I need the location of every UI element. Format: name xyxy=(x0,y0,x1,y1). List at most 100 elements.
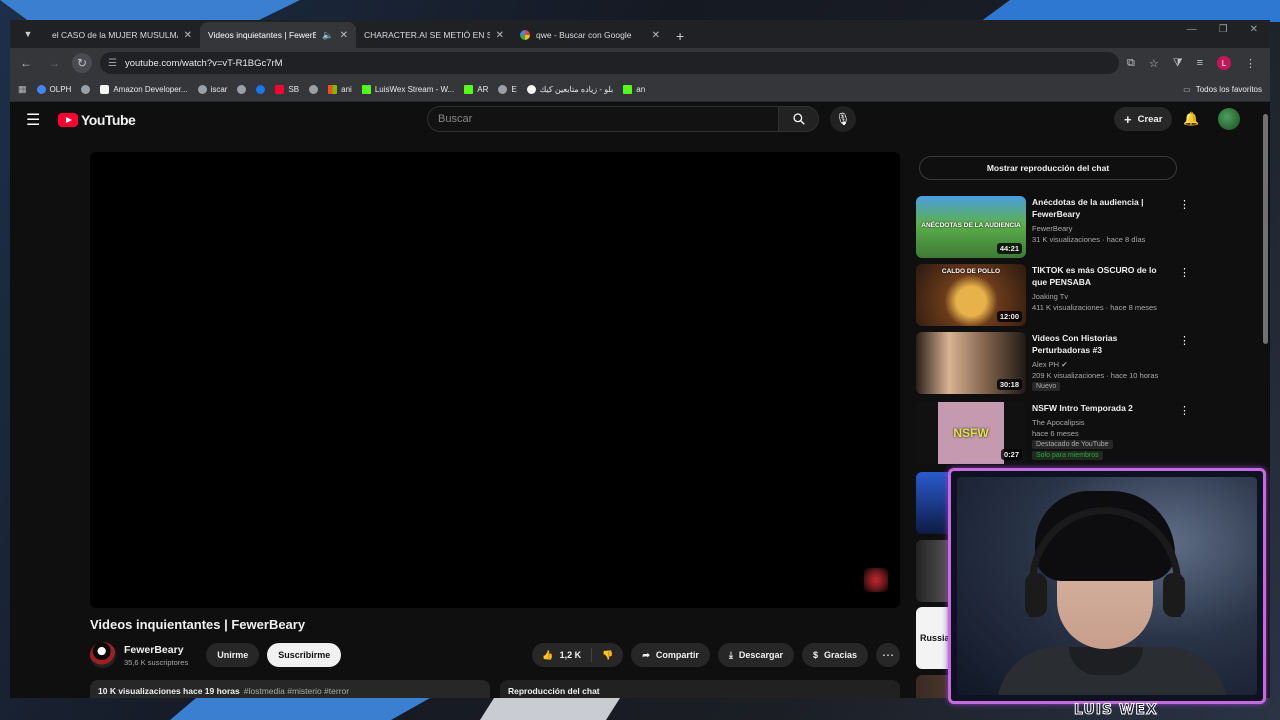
bookmark-item[interactable] xyxy=(256,85,266,94)
tab-2[interactable]: CHARACTER.AI SE METIÓ EN SUS ✕ xyxy=(356,22,512,48)
video-player[interactable] xyxy=(90,152,900,608)
tab-0[interactable]: el CASO de la MUJER MUSULMAN ✕ xyxy=(44,22,200,48)
video-thumbnail[interactable]: ANÉCDOTAS DE LA AUDIENCIA 44:21 xyxy=(916,196,1026,258)
channel-watermark[interactable] xyxy=(864,568,888,592)
bookmark-item[interactable]: بلو - زياده متابعين كيك xyxy=(526,85,613,94)
more-options-icon[interactable]: ⋮ xyxy=(1179,404,1190,417)
search-icon xyxy=(792,113,805,125)
recommended-channel[interactable]: FewerBeary xyxy=(1032,224,1172,233)
recommended-channel[interactable]: The Apocalipsis xyxy=(1032,418,1172,427)
chat-replay-panel[interactable]: Reproducción del chat xyxy=(500,680,900,698)
more-actions-icon[interactable]: ⋯ xyxy=(876,643,900,667)
profile-avatar[interactable]: L xyxy=(1217,56,1231,70)
maximize-icon[interactable]: ❐ xyxy=(1219,24,1228,35)
back-arrow-icon[interactable]: ← xyxy=(16,53,36,73)
recommended-video[interactable]: CALDO DE POLLO 12:00 TIKTOK es más OSCUR… xyxy=(916,264,1206,328)
tab-title: Videos inquietantes | FewerBeary xyxy=(208,30,317,40)
apps-grid-icon[interactable]: ▦ xyxy=(18,84,27,95)
close-window-icon[interactable]: ✕ xyxy=(1250,24,1258,35)
bookmark-item[interactable]: LuisWex Stream - W... xyxy=(361,85,454,94)
thanks-button[interactable]: $ Gracias xyxy=(801,643,868,667)
video-thumbnail[interactable]: CALDO DE POLLO 12:00 xyxy=(916,264,1026,326)
chrome-menu-icon[interactable]: ⋮ xyxy=(1245,57,1256,70)
more-options-icon[interactable]: ⋮ xyxy=(1179,334,1190,347)
verified-icon: ✔ xyxy=(1061,360,1068,369)
download-button[interactable]: ⤓ Descargar xyxy=(717,643,794,667)
like-button[interactable]: 👍 1,2 K xyxy=(532,643,591,667)
duration-badge: 30:18 xyxy=(996,379,1022,390)
bookmark-item[interactable]: ani xyxy=(328,85,352,94)
bookmark-item[interactable]: OLPH xyxy=(36,85,71,94)
description-box[interactable]: 10 K visualizaciones hace 19 horas #lost… xyxy=(90,680,490,698)
tab-search-chevron-icon[interactable]: ▼ xyxy=(16,22,40,46)
bookmark-item[interactable]: SB xyxy=(275,85,299,94)
duration-badge: 44:21 xyxy=(996,243,1022,254)
search-input[interactable]: Buscar xyxy=(427,106,779,132)
subscribe-button[interactable]: Suscribirme xyxy=(267,643,342,667)
recommended-video[interactable]: 30:18 Videos Con Historias Perturbadoras… xyxy=(916,332,1206,396)
youtube-play-icon xyxy=(58,113,78,127)
bookmark-item[interactable]: AR xyxy=(464,85,488,94)
youtube-logo[interactable]: YouTube xyxy=(58,112,136,128)
search-button[interactable] xyxy=(779,106,819,132)
page-scrollbar[interactable] xyxy=(1263,114,1268,344)
channel-name[interactable]: FewerBeary xyxy=(124,644,188,656)
bookmark-item[interactable] xyxy=(81,85,91,94)
tab-3[interactable]: qwe - Buscar con Google ✕ xyxy=(512,22,668,48)
recommended-title: NSFW Intro Temporada 2 xyxy=(1032,403,1133,413)
minimize-icon[interactable]: — xyxy=(1187,24,1197,35)
install-app-icon[interactable]: ⧉ xyxy=(1127,57,1135,70)
microphone-icon[interactable]: 🎙 xyxy=(830,106,856,132)
reload-icon[interactable]: ↻ xyxy=(72,53,92,73)
all-bookmarks-folder[interactable]: ▭ Todos los favoritos xyxy=(1183,85,1262,94)
video-thumbnail[interactable]: 30:18 xyxy=(916,332,1026,394)
close-tab-icon[interactable]: ✕ xyxy=(652,30,660,41)
forward-arrow-icon[interactable]: → xyxy=(44,53,64,73)
bookmark-item[interactable]: iscar xyxy=(197,85,227,94)
bookmark-item[interactable]: an xyxy=(623,85,645,94)
show-chat-replay-button[interactable]: Mostrar reproducción del chat xyxy=(919,156,1177,180)
recommended-channel[interactable]: Alex PH ✔ xyxy=(1032,360,1172,369)
new-tab-button[interactable]: + xyxy=(668,28,692,48)
share-arrow-icon: ➦ xyxy=(642,649,650,660)
join-button[interactable]: Unirme xyxy=(206,643,260,667)
video-thumbnail[interactable]: NSFW 0:27 xyxy=(916,402,1026,464)
more-options-icon[interactable]: ⋮ xyxy=(1179,198,1190,211)
recommended-title: TIKTOK es más OSCURO de lo que PENSABA xyxy=(1032,265,1157,287)
toolbar-actions: ⧉ ☆ ⧩ ≡ L ⋮ xyxy=(1127,56,1264,70)
recommended-video[interactable]: ANÉCDOTAS DE LA AUDIENCIA 44:21 Anécdota… xyxy=(916,196,1206,260)
duration-badge: 0:27 xyxy=(1000,449,1022,460)
bookmark-star-icon[interactable]: ☆ xyxy=(1149,57,1159,70)
bookmark-item[interactable] xyxy=(237,85,247,94)
address-bar[interactable]: ☰ youtube.com/watch?v=vT-R1BGc7rM xyxy=(100,52,1120,74)
recommended-video[interactable]: NSFW 0:27 NSFW Intro Temporada 2 The Apo… xyxy=(916,402,1206,466)
tab-strip: ▼ el CASO de la MUJER MUSULMAN ✕ Videos … xyxy=(10,20,1270,48)
views-and-date: 10 K visualizaciones hace 19 horas xyxy=(98,686,240,696)
speaker-icon[interactable]: 🔈 xyxy=(322,30,333,41)
recommended-channel[interactable]: Joaking Tv xyxy=(1032,292,1172,301)
close-tab-icon[interactable]: ✕ xyxy=(184,30,192,41)
hashtags[interactable]: #lostmedia #misterio #terror xyxy=(244,686,349,698)
more-options-icon[interactable]: ⋮ xyxy=(1179,266,1190,279)
recommended-meta: 31 K visualizaciones · hace 8 días xyxy=(1032,235,1146,244)
close-tab-icon[interactable]: ✕ xyxy=(340,30,348,41)
bookmark-item[interactable]: E xyxy=(498,85,517,94)
tab-1[interactable]: Videos inquietantes | FewerBeary 🔈 ✕ xyxy=(200,22,356,48)
webcam-overlay xyxy=(948,468,1266,704)
extensions-icon[interactable]: ⧩ xyxy=(1173,57,1183,70)
members-only-badge: Solo para miembros xyxy=(1032,451,1103,460)
dislike-button[interactable]: 👎 xyxy=(592,643,623,667)
channel-avatar[interactable] xyxy=(90,642,116,668)
recommended-title: Videos Con Historias Perturbadoras #3 xyxy=(1032,333,1118,355)
bookmark-item[interactable]: Amazon Developer... xyxy=(100,85,188,94)
menu-icon[interactable]: ☰ xyxy=(26,110,50,130)
account-avatar[interactable] xyxy=(1218,108,1240,130)
site-info-icon[interactable]: ☰ xyxy=(108,58,117,69)
media-control-icon[interactable]: ≡ xyxy=(1197,57,1203,69)
close-tab-icon[interactable]: ✕ xyxy=(496,30,504,41)
share-button[interactable]: ➦ Compartir xyxy=(631,643,710,667)
bookmark-item[interactable] xyxy=(309,85,319,94)
notifications-bell-icon[interactable]: 🔔 xyxy=(1183,111,1199,127)
address-bar-row: ← → ↻ ☰ youtube.com/watch?v=vT-R1BGc7rM … xyxy=(10,48,1270,78)
create-button[interactable]: + Crear xyxy=(1114,107,1173,131)
